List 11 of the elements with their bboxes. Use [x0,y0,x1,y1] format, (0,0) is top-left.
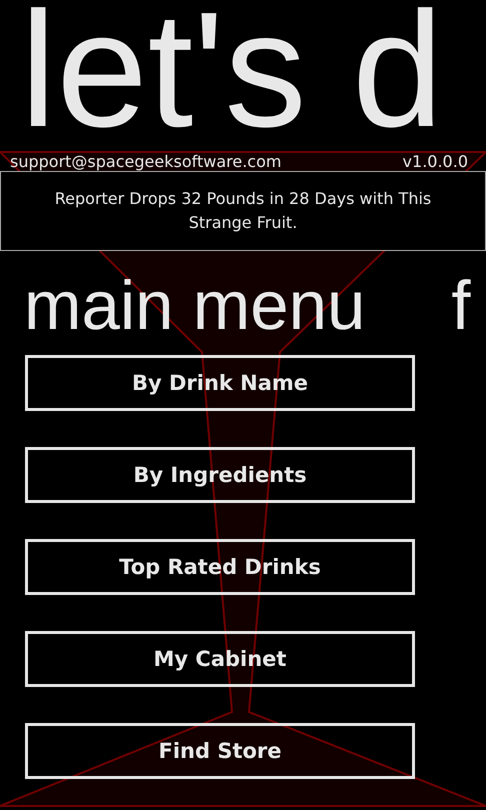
ad-banner[interactable]: Reporter Drops 32 Pounds in 28 Days with This Strange Fruit. [0,171,486,251]
menu-button[interactable]: Find Store [25,723,415,779]
version-label: v1.0.0.0 [402,152,468,170]
menu-button[interactable]: By Drink Name [25,355,415,411]
support-email: support@spacegeeksoftware.com [10,152,282,170]
app-title: let's d [20,0,444,140]
pivot-header[interactable]: f [451,269,470,343]
pivot-header[interactable]: main menu [24,269,366,343]
menu-button[interactable]: Top Rated Drinks [25,539,415,595]
menu-button[interactable]: My Cabinet [25,631,415,687]
menu-button[interactable]: By Ingredients [25,447,415,503]
